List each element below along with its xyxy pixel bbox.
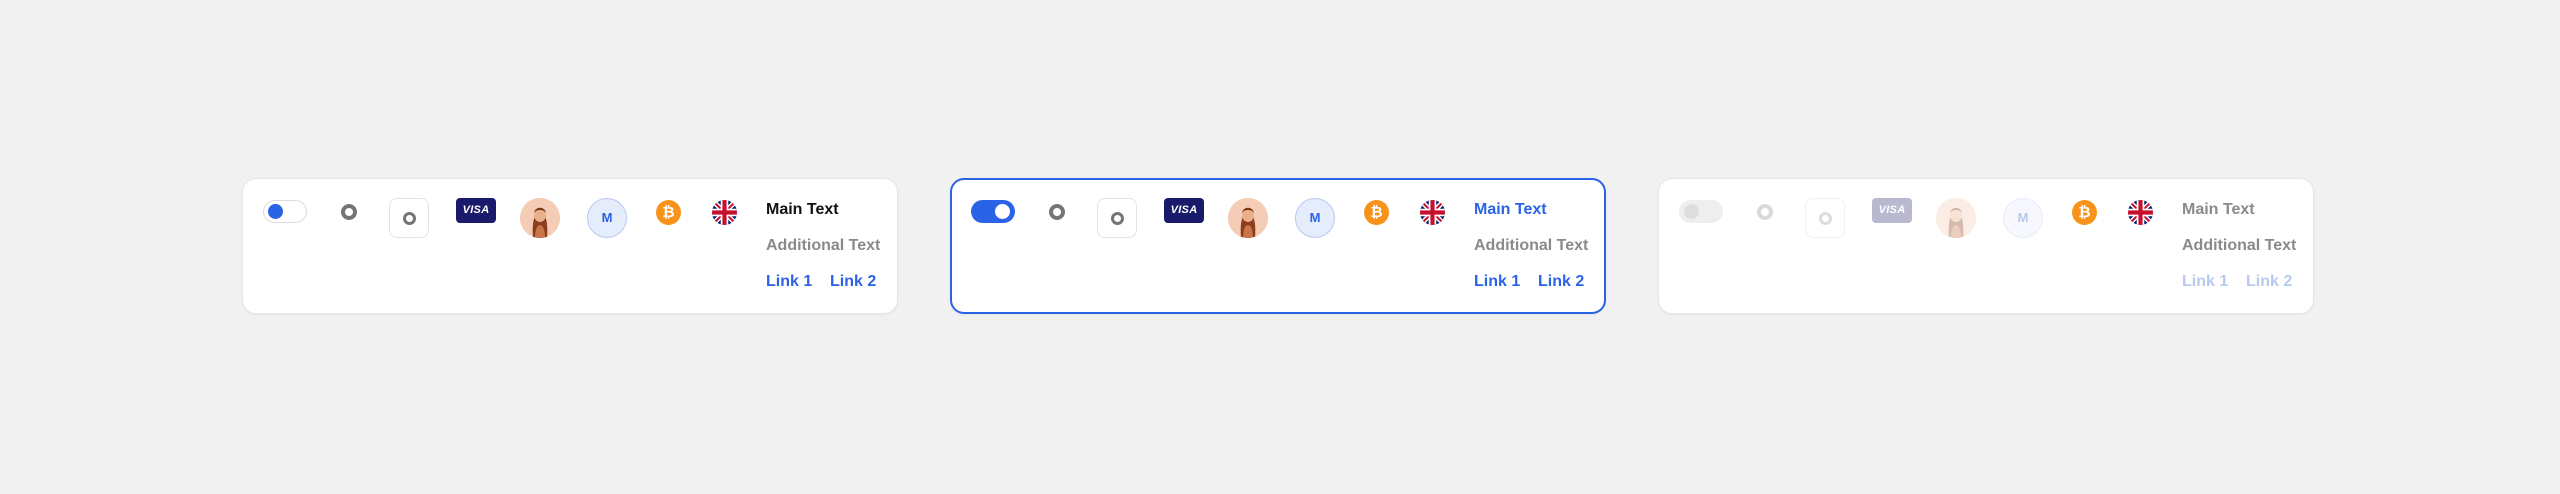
additional-text: Additional Text [2182, 237, 2297, 254]
radio-dot [402, 211, 416, 225]
main-text: Main Text [766, 201, 839, 218]
list-cell-default[interactable]: VISA M ₿ Main Text Additional Text Link … [242, 178, 898, 314]
toggle-switch [1679, 200, 1723, 223]
link-2: Link 2 [2246, 273, 2293, 290]
toggle-knob [995, 204, 1010, 219]
toggle-switch[interactable] [971, 200, 1015, 223]
additional-text: Additional Text [1474, 237, 1589, 254]
list-cell-active[interactable]: VISA M ₿ Main Text Additional Text Link … [950, 178, 1606, 314]
link-1[interactable]: Link 1 [766, 273, 812, 291]
link-1: Link 1 [2182, 273, 2229, 290]
link-1[interactable]: Link 1 [1474, 273, 1520, 291]
woman-avatar-icon [1228, 198, 1268, 238]
radio-button[interactable] [341, 204, 357, 220]
visa-card-icon: VISA [1872, 198, 1912, 223]
radio-box-button[interactable] [1097, 198, 1137, 238]
radio-button [1757, 204, 1773, 220]
uk-flag-icon [712, 200, 737, 225]
avatar [1936, 198, 1976, 238]
avatar [1228, 198, 1268, 238]
uk-flag-icon [1420, 200, 1445, 225]
radio-button[interactable] [1049, 204, 1065, 220]
initial-avatar: M [2003, 198, 2043, 238]
initial-avatar: M [1295, 198, 1335, 238]
toggle-knob [268, 203, 283, 219]
radio-dot [1110, 211, 1124, 225]
link-2[interactable]: Link 2 [830, 273, 876, 291]
visa-card-icon: VISA [1164, 198, 1204, 223]
bitcoin-icon: ₿ [656, 200, 681, 225]
woman-avatar-icon [520, 198, 560, 238]
main-text: Main Text [1474, 201, 1547, 218]
visa-card-icon: VISA [456, 198, 496, 223]
bitcoin-icon: ₿ [1364, 200, 1389, 225]
initial-avatar: M [587, 198, 627, 238]
additional-text: Additional Text [766, 237, 881, 254]
uk-flag-icon [2128, 200, 2153, 225]
toggle-switch[interactable] [263, 200, 307, 223]
woman-avatar-icon [1936, 198, 1976, 238]
toggle-knob [1684, 204, 1699, 219]
main-text: Main Text [2182, 201, 2255, 218]
radio-dot [1818, 211, 1832, 225]
radio-box-button [1805, 198, 1845, 238]
radio-box-button[interactable] [389, 198, 429, 238]
link-2[interactable]: Link 2 [1538, 273, 1584, 291]
list-cell-disabled: VISA M ₿ Main Text Additional Text Link … [1658, 178, 2314, 314]
bitcoin-icon: ₿ [2072, 200, 2097, 225]
avatar [520, 198, 560, 238]
